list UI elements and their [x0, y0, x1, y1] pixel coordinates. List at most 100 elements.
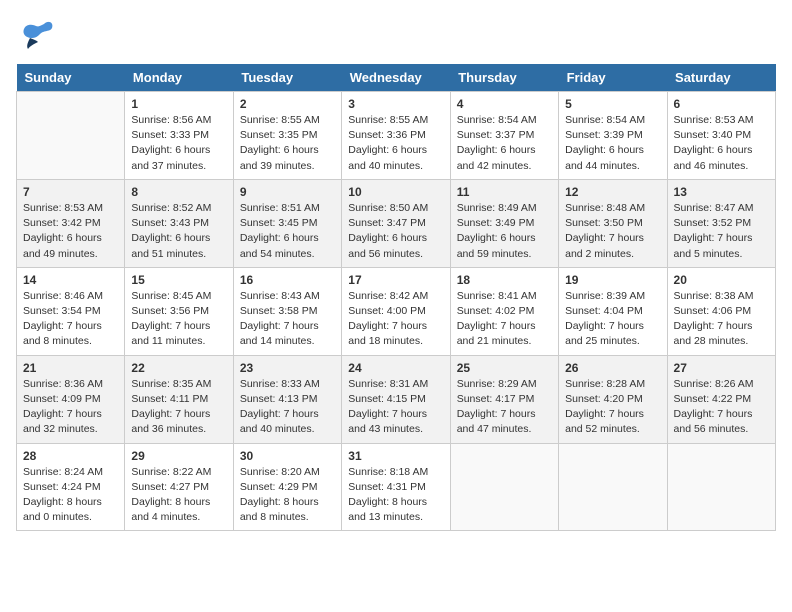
calendar-cell: 26Sunrise: 8:28 AMSunset: 4:20 PMDayligh…: [559, 355, 667, 443]
day-number: 28: [23, 449, 118, 463]
calendar-cell: 19 Sunrise: 8:39 AMSunset: 4:04 PMDayligh…: [559, 267, 667, 355]
calendar-cell: 21 Sunrise: 8:36 AMSunset: 4:09 PMDayligh…: [17, 355, 125, 443]
calendar-cell: 31 Sunrise: 8:18 AMSunset: 4:31 PMDayligh…: [342, 443, 450, 531]
calendar-cell: 8Sunrise: 8:52 AMSunset: 3:43 PMDaylight…: [125, 179, 233, 267]
calendar-cell: 22 Sunrise: 8:35 AMSunset: 4:11 PMDayligh…: [125, 355, 233, 443]
day-number: 4: [457, 97, 552, 111]
day-info: Sunrise: 8:18 AMSunset: 4:31 PMDaylight:…: [348, 465, 443, 526]
weekday-header-tuesday: Tuesday: [233, 64, 341, 92]
calendar-cell: 25Sunrise: 8:29 AMSunset: 4:17 PMDayligh…: [450, 355, 558, 443]
weekday-header-row: SundayMondayTuesdayWednesdayThursdayFrid…: [17, 64, 776, 92]
weekday-header-monday: Monday: [125, 64, 233, 92]
day-info: Sunrise: 8:38 AMSunset: 4:06 PMDaylight:…: [674, 289, 769, 350]
calendar-cell: [450, 443, 558, 531]
day-info: Sunrise: 8:54 AMSunset: 3:37 PMDaylight:…: [457, 113, 552, 174]
day-number: 19: [565, 273, 660, 287]
calendar-cell: 2Sunrise: 8:55 AMSunset: 3:35 PMDaylight…: [233, 92, 341, 180]
calendar-cell: [667, 443, 775, 531]
day-info: Sunrise: 8:31 AMSunset: 4:15 PMDaylight:…: [348, 377, 443, 438]
day-number: 27: [674, 361, 769, 375]
day-number: 13: [674, 185, 769, 199]
calendar-cell: 24Sunrise: 8:31 AMSunset: 4:15 PMDayligh…: [342, 355, 450, 443]
calendar-cell: 13 Sunrise: 8:47 AMSunset: 3:52 PMDayligh…: [667, 179, 775, 267]
weekday-header-sunday: Sunday: [17, 64, 125, 92]
day-number: 12: [565, 185, 660, 199]
day-number: 14: [23, 273, 118, 287]
day-number: 22: [131, 361, 226, 375]
calendar-cell: 6 Sunrise: 8:53 AMSunset: 3:40 PMDaylight…: [667, 92, 775, 180]
day-info: Sunrise: 8:49 AMSunset: 3:49 PMDaylight:…: [457, 201, 552, 262]
day-number: 29: [131, 449, 226, 463]
day-number: 16: [240, 273, 335, 287]
day-number: 11: [457, 185, 552, 199]
day-info: Sunrise: 8:24 AMSunset: 4:24 PMDaylight:…: [23, 465, 118, 526]
day-info: Sunrise: 8:54 AMSunset: 3:39 PMDaylight:…: [565, 113, 660, 174]
day-number: 30: [240, 449, 335, 463]
day-info: Sunrise: 8:20 AMSunset: 4:29 PMDaylight:…: [240, 465, 335, 526]
day-info: Sunrise: 8:50 AMSunset: 3:47 PMDaylight:…: [348, 201, 443, 262]
day-info: Sunrise: 8:42 AMSunset: 4:00 PMDaylight:…: [348, 289, 443, 350]
day-number: 3: [348, 97, 443, 111]
calendar-week-row: 7 Sunrise: 8:53 AMSunset: 3:42 PMDaylight…: [17, 179, 776, 267]
day-info: Sunrise: 8:56 AMSunset: 3:33 PMDaylight:…: [131, 113, 226, 174]
calendar-cell: 30 Sunrise: 8:20 AMSunset: 4:29 PMDayligh…: [233, 443, 341, 531]
day-number: 7: [23, 185, 118, 199]
calendar-cell: 27 Sunrise: 8:26 AMSunset: 4:22 PMDayligh…: [667, 355, 775, 443]
day-info: Sunrise: 8:55 AMSunset: 3:35 PMDaylight:…: [240, 113, 335, 174]
calendar-week-row: 14Sunrise: 8:46 AMSunset: 3:54 PMDayligh…: [17, 267, 776, 355]
day-number: 17: [348, 273, 443, 287]
header: [16, 16, 776, 56]
weekday-header-thursday: Thursday: [450, 64, 558, 92]
day-info: Sunrise: 8:26 AMSunset: 4:22 PMDaylight:…: [674, 377, 769, 438]
calendar-week-row: 28 Sunrise: 8:24 AMSunset: 4:24 PMDayligh…: [17, 443, 776, 531]
calendar-week-row: 1 Sunrise: 8:56 AMSunset: 3:33 PMDaylight…: [17, 92, 776, 180]
day-info: Sunrise: 8:33 AMSunset: 4:13 PMDaylight:…: [240, 377, 335, 438]
day-number: 10: [348, 185, 443, 199]
day-info: Sunrise: 8:39 AMSunset: 4:04 PMDaylight:…: [565, 289, 660, 350]
calendar-cell: 11 Sunrise: 8:49 AMSunset: 3:49 PMDayligh…: [450, 179, 558, 267]
calendar-cell: [559, 443, 667, 531]
day-info: Sunrise: 8:53 AMSunset: 3:42 PMDaylight:…: [23, 201, 118, 262]
calendar-cell: 12 Sunrise: 8:48 AMSunset: 3:50 PMDayligh…: [559, 179, 667, 267]
day-number: 21: [23, 361, 118, 375]
calendar-cell: 15Sunrise: 8:45 AMSunset: 3:56 PMDayligh…: [125, 267, 233, 355]
day-info: Sunrise: 8:53 AMSunset: 3:40 PMDaylight:…: [674, 113, 769, 174]
day-info: Sunrise: 8:55 AMSunset: 3:36 PMDaylight:…: [348, 113, 443, 174]
day-number: 6: [674, 97, 769, 111]
day-number: 31: [348, 449, 443, 463]
day-number: 20: [674, 273, 769, 287]
day-info: Sunrise: 8:35 AMSunset: 4:11 PMDaylight:…: [131, 377, 226, 438]
logo: [16, 16, 60, 56]
calendar-cell: 23 Sunrise: 8:33 AMSunset: 4:13 PMDayligh…: [233, 355, 341, 443]
logo-icon: [16, 16, 56, 56]
calendar-cell: 5Sunrise: 8:54 AMSunset: 3:39 PMDaylight…: [559, 92, 667, 180]
day-number: 1: [131, 97, 226, 111]
day-info: Sunrise: 8:48 AMSunset: 3:50 PMDaylight:…: [565, 201, 660, 262]
weekday-header-wednesday: Wednesday: [342, 64, 450, 92]
calendar-cell: 10 Sunrise: 8:50 AMSunset: 3:47 PMDayligh…: [342, 179, 450, 267]
calendar-cell: [17, 92, 125, 180]
calendar-cell: 14Sunrise: 8:46 AMSunset: 3:54 PMDayligh…: [17, 267, 125, 355]
day-number: 9: [240, 185, 335, 199]
calendar-cell: 3 Sunrise: 8:55 AMSunset: 3:36 PMDaylight…: [342, 92, 450, 180]
calendar-cell: 16 Sunrise: 8:43 AMSunset: 3:58 PMDayligh…: [233, 267, 341, 355]
calendar-cell: 9 Sunrise: 8:51 AMSunset: 3:45 PMDaylight…: [233, 179, 341, 267]
day-info: Sunrise: 8:22 AMSunset: 4:27 PMDaylight:…: [131, 465, 226, 526]
calendar-cell: 29 Sunrise: 8:22 AMSunset: 4:27 PMDayligh…: [125, 443, 233, 531]
calendar-header: SundayMondayTuesdayWednesdayThursdayFrid…: [17, 64, 776, 92]
calendar-cell: 1 Sunrise: 8:56 AMSunset: 3:33 PMDaylight…: [125, 92, 233, 180]
day-number: 25: [457, 361, 552, 375]
day-info: Sunrise: 8:36 AMSunset: 4:09 PMDaylight:…: [23, 377, 118, 438]
calendar-cell: 7 Sunrise: 8:53 AMSunset: 3:42 PMDaylight…: [17, 179, 125, 267]
day-number: 8: [131, 185, 226, 199]
day-info: Sunrise: 8:47 AMSunset: 3:52 PMDaylight:…: [674, 201, 769, 262]
calendar-cell: 20 Sunrise: 8:38 AMSunset: 4:06 PMDayligh…: [667, 267, 775, 355]
calendar-cell: 28 Sunrise: 8:24 AMSunset: 4:24 PMDayligh…: [17, 443, 125, 531]
calendar-cell: 18Sunrise: 8:41 AMSunset: 4:02 PMDayligh…: [450, 267, 558, 355]
weekday-header-friday: Friday: [559, 64, 667, 92]
calendar-cell: 17 Sunrise: 8:42 AMSunset: 4:00 PMDayligh…: [342, 267, 450, 355]
day-number: 23: [240, 361, 335, 375]
day-info: Sunrise: 8:43 AMSunset: 3:58 PMDaylight:…: [240, 289, 335, 350]
calendar-cell: 4 Sunrise: 8:54 AMSunset: 3:37 PMDaylight…: [450, 92, 558, 180]
day-info: Sunrise: 8:51 AMSunset: 3:45 PMDaylight:…: [240, 201, 335, 262]
